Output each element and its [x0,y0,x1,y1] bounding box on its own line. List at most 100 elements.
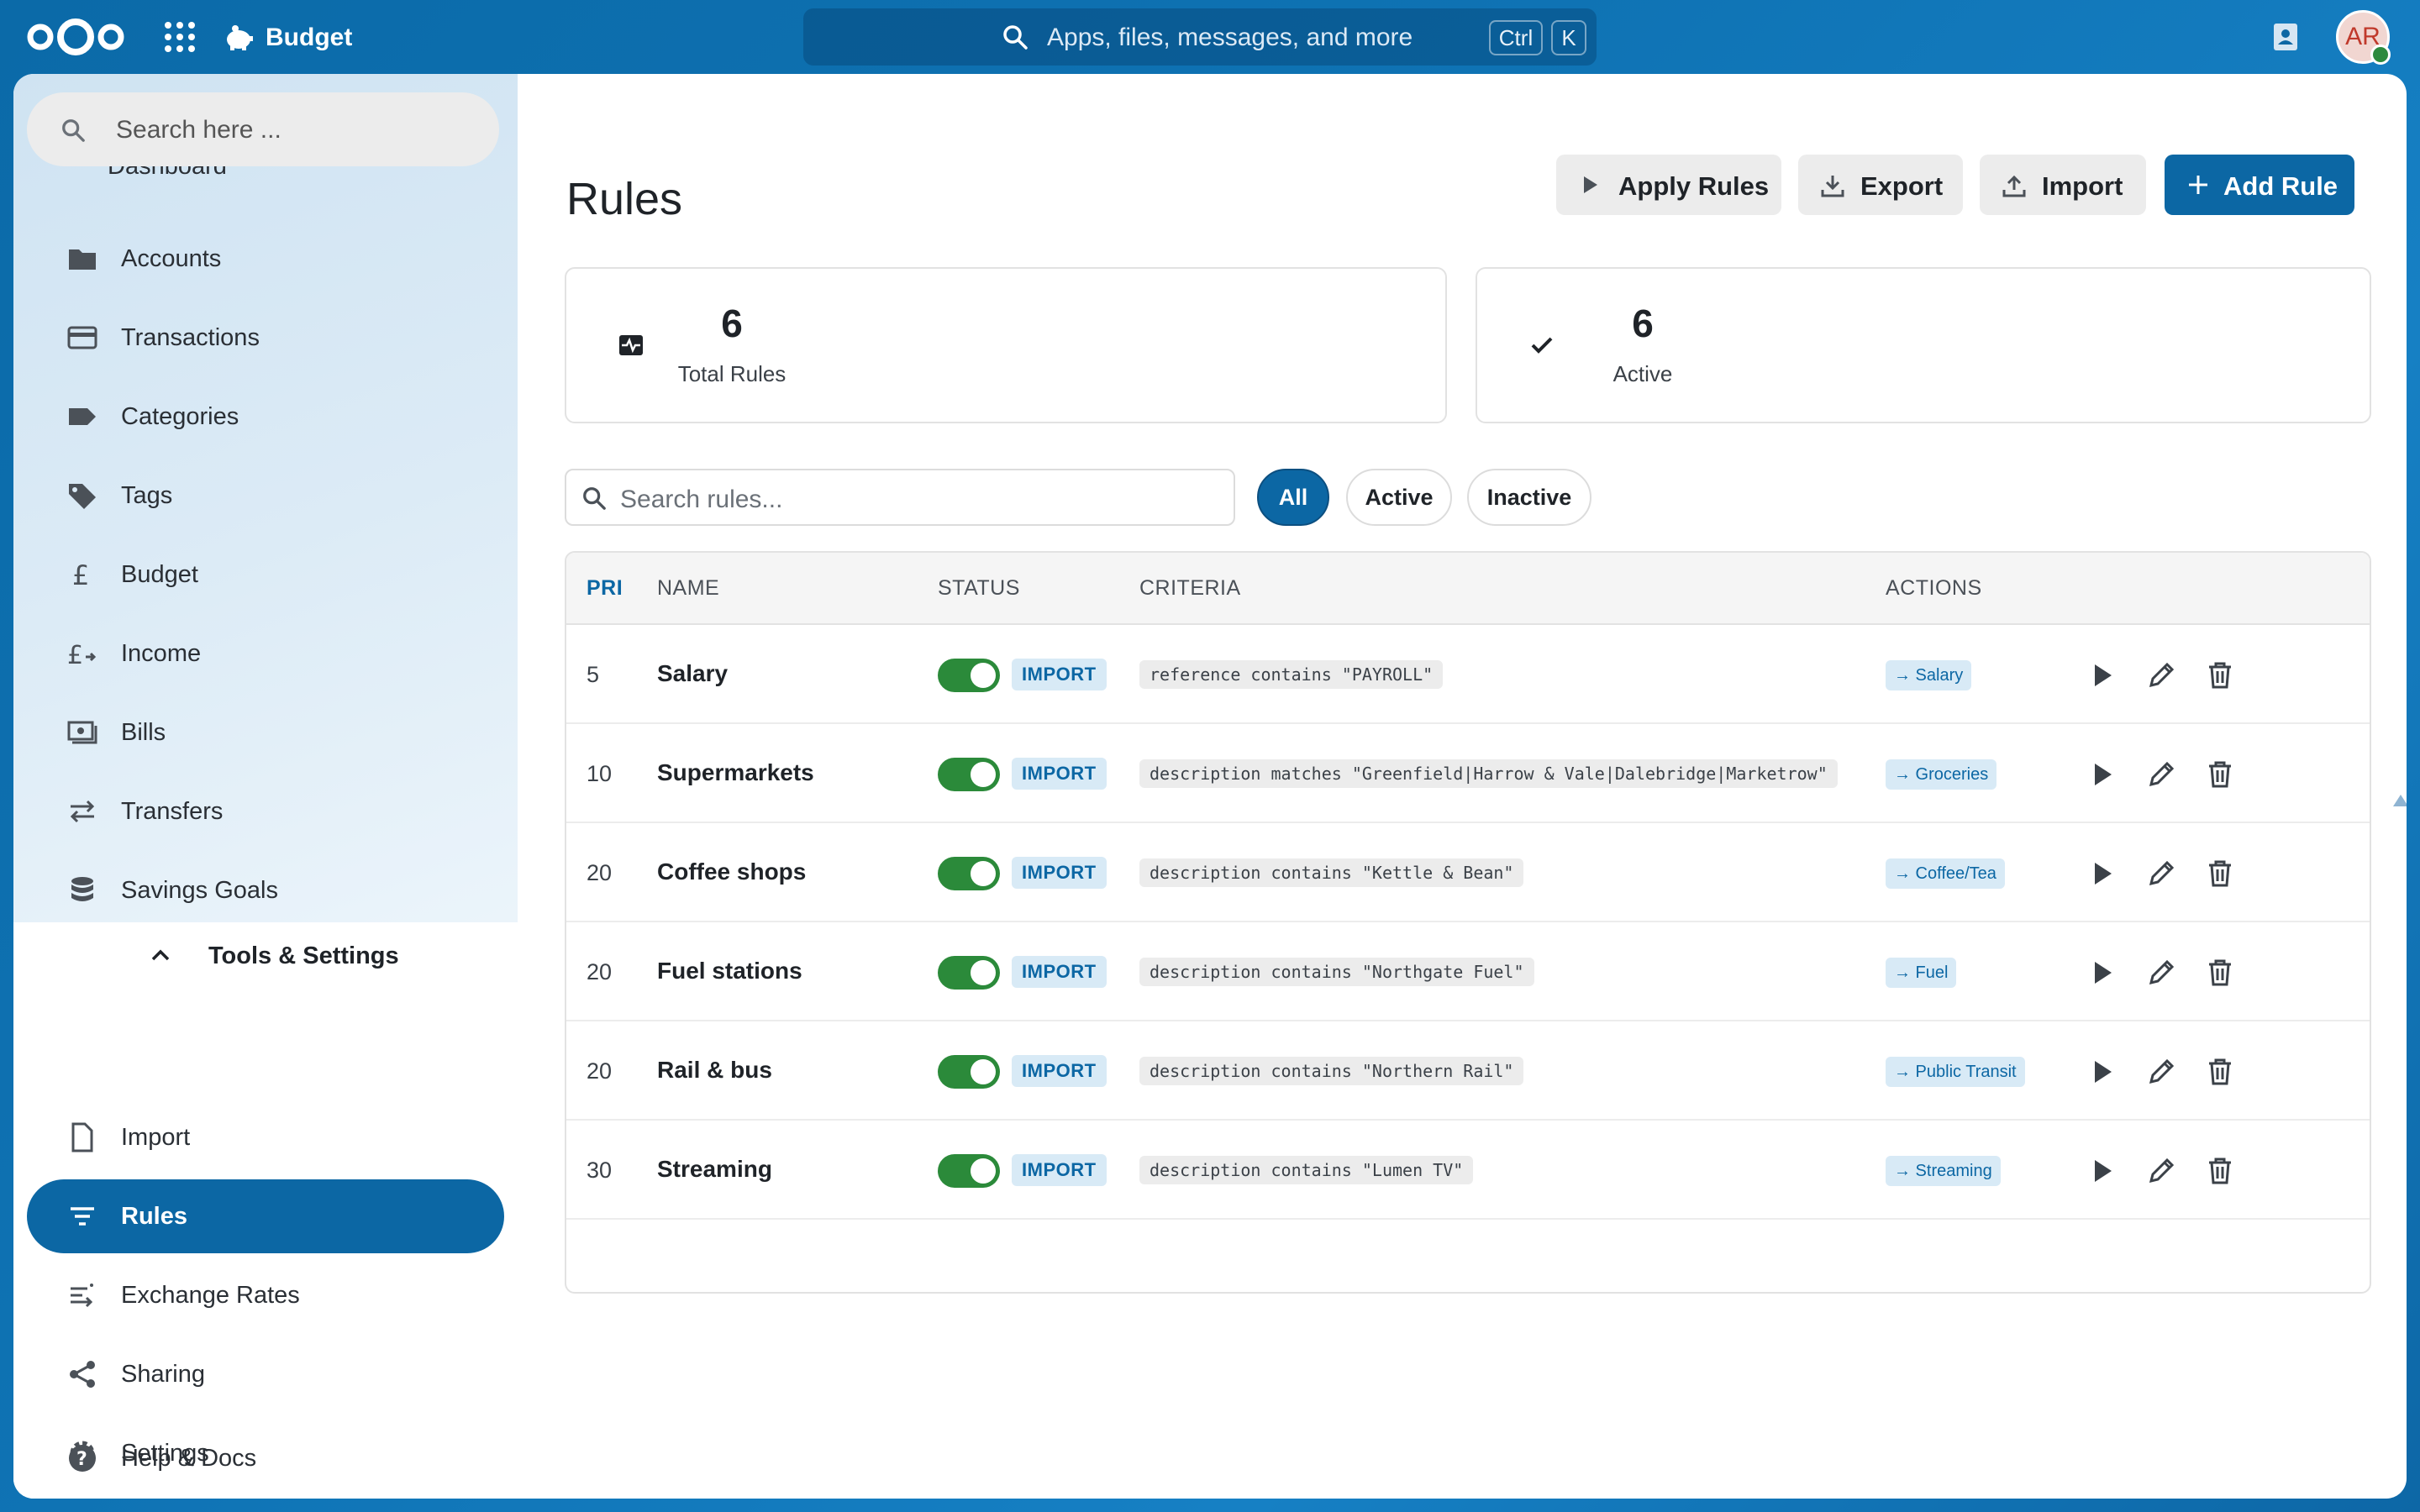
sidebar-item-tags[interactable]: Tags [27,459,504,533]
sidebar-item-dashboard[interactable]: Dashboard [108,166,227,178]
table-row[interactable]: 20 Coffee shops IMPORT description contains… [566,823,2370,922]
user-avatar[interactable]: AR [2336,10,2391,65]
rule-priority: 5 [587,662,600,687]
rule-enabled-toggle[interactable] [938,1154,1000,1188]
label-icon [69,408,96,425]
rule-enabled-toggle[interactable] [938,1055,1000,1089]
delete-rule-trash-icon[interactable] [2205,660,2235,690]
column-header-criteria: CRITERIA [1139,576,1241,600]
global-search-input[interactable]: Apps, files, messages, and more Ctrl K [803,8,1597,66]
sidebar-item-help-docs[interactable]: ? Help & Docs [27,1421,504,1495]
export-button[interactable]: Export [1798,155,1963,215]
sidebar-item-sharing[interactable]: Sharing [27,1337,504,1411]
rule-enabled-toggle[interactable] [938,758,1000,791]
download-icon [1821,176,1844,197]
run-rule-play-icon[interactable] [2087,858,2118,889]
main-content: Rules Apply Rules Export Import Add Rule… [518,74,2407,1499]
sidebar-search-input[interactable]: Search here ... [27,92,499,166]
run-rule-play-icon[interactable] [2087,1156,2118,1186]
rule-action-tag: → Coffee/Tea [1886,858,2005,889]
rule-name: Rail & bus [657,1057,772,1083]
rule-criteria: description contains "Lumen TV" [1139,1156,1474,1184]
run-rule-play-icon[interactable] [2087,759,2118,790]
edit-rule-pencil-icon[interactable] [2146,1057,2176,1087]
column-header-name[interactable]: NAME [657,576,719,601]
rule-criteria: description matches "Greenfield|Harrow &… [1139,759,1838,788]
sidebar-item-label: Tags [121,482,173,509]
delete-rule-trash-icon[interactable] [2205,1156,2235,1186]
rule-criteria: description contains "Northgate Fuel" [1139,958,1534,986]
edit-rule-pencil-icon[interactable] [2146,858,2176,889]
column-header-status: STATUS [938,576,1020,600]
share-icon [70,1361,95,1388]
import-button[interactable]: Import [1980,155,2146,215]
tools-settings-toggle[interactable]: Tools & Settings [13,931,518,981]
rule-priority: 20 [587,860,613,885]
sidebar-item-categories[interactable]: Categories [27,380,504,454]
delete-rule-trash-icon[interactable] [2205,958,2235,988]
contacts-icon[interactable] [2270,22,2301,52]
edit-rule-pencil-icon[interactable] [2146,958,2176,988]
check-icon [1531,337,1553,354]
rule-trigger-badge: IMPORT [1012,956,1107,988]
rule-enabled-toggle[interactable] [938,857,1000,890]
play-icon [1584,176,1597,193]
sidebar-item-budget[interactable]: £ Budget [27,538,504,612]
sidebar-item-label: Accounts [121,245,222,272]
edit-rule-pencil-icon[interactable] [2146,759,2176,790]
sidebar: Search here ... Dashboard Accounts Trans… [13,74,518,1499]
sidebar-item-transactions[interactable]: Transactions [27,301,504,375]
scroll-indicator-icon[interactable] [2393,795,2407,806]
svg-text:£: £ [72,559,89,590]
sidebar-item-label: Bills [121,719,166,746]
tag-icon [69,484,96,509]
table-row[interactable]: 20 Fuel stations IMPORT description contain… [566,922,2370,1021]
table-row[interactable]: 20 Rail & bus IMPORT description contains "… [566,1021,2370,1121]
run-rule-play-icon[interactable] [2087,660,2118,690]
sidebar-item-exchange-rates[interactable]: Exchange Rates [27,1258,504,1332]
delete-rule-trash-icon[interactable] [2205,759,2235,790]
sidebar-item-import[interactable]: Import [27,1100,504,1174]
online-status-icon [2370,45,2391,65]
sidebar-item-label: Savings Goals [121,877,278,904]
rule-criteria: description contains "Kettle & Bean" [1139,858,1524,887]
filter-active-button[interactable]: Active [1346,469,1452,526]
filter-all-button[interactable]: All [1257,469,1329,526]
rule-action-tag: → Public Transit [1886,1057,2025,1087]
help-icon: ? [69,1445,96,1472]
run-rule-play-icon[interactable] [2087,1057,2118,1087]
active-rules-label: Active [1612,361,1673,386]
rule-name: Coffee shops [657,858,807,885]
edit-rule-pencil-icon[interactable] [2146,660,2176,690]
sidebar-item-label: Categories [121,403,239,430]
filter-inactive-button[interactable]: Inactive [1467,469,1591,526]
delete-rule-trash-icon[interactable] [2205,1057,2235,1087]
rule-action-tag: → Fuel [1886,958,1957,988]
sidebar-item-label: Rules [121,1203,187,1230]
rules-search-input[interactable]: Search rules... [565,469,1235,526]
app-brand[interactable]: Budget [224,18,352,57]
sidebar-item-label: Income [121,640,202,667]
run-rule-play-icon[interactable] [2087,958,2118,988]
edit-rule-pencil-icon[interactable] [2146,1156,2176,1186]
delete-rule-trash-icon[interactable] [2205,858,2235,889]
app-menu-icon[interactable] [165,22,195,52]
rule-enabled-toggle[interactable] [938,659,1000,692]
rule-trigger-badge: IMPORT [1012,1154,1107,1186]
sidebar-item-accounts[interactable]: Accounts [27,222,504,296]
search-icon [1003,25,1028,50]
sidebar-item-transfers[interactable]: Transfers [27,774,504,848]
rule-enabled-toggle[interactable] [938,956,1000,990]
stat-active-rules: 6 Active [1476,267,2371,423]
sidebar-item-bills[interactable]: Bills [27,696,504,769]
table-row[interactable]: 30 Streaming IMPORT description contains "L… [566,1121,2370,1220]
table-row[interactable]: 5 Salary IMPORT reference contains "PAYROLL… [566,625,2370,724]
sidebar-item-savings-goals[interactable]: Savings Goals [27,853,504,927]
nextcloud-logo-icon[interactable] [24,17,128,57]
sidebar-item-rules[interactable]: Rules [27,1179,504,1253]
sidebar-item-income[interactable]: £ Income [27,617,504,690]
table-row[interactable]: 10 Supermarkets IMPORT description matches … [566,724,2370,823]
column-header-pri[interactable]: PRI [587,576,623,601]
apply-rules-button[interactable]: Apply Rules [1556,155,1781,215]
add-rule-button[interactable]: Add Rule [2165,155,2354,215]
